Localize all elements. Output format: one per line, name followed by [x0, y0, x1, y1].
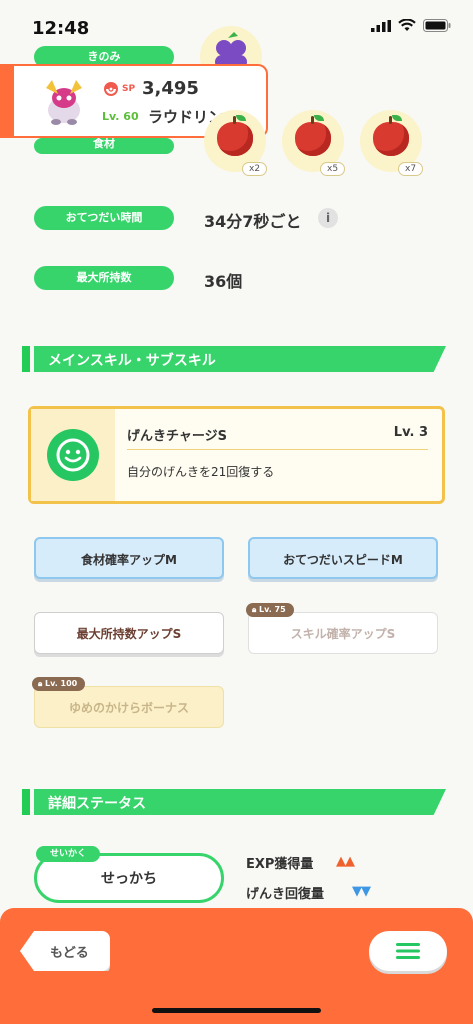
subskill-inventory-up-s[interactable]: 最大所持数アップS: [34, 612, 224, 654]
pokemon-sprite-icon: [46, 80, 82, 125]
main-skill-card[interactable]: げんきチャージS Lv. 3 自分のげんきを21回復する: [28, 406, 445, 504]
nature-tag: せいかく: [36, 846, 100, 862]
subskill-helping-speed-m[interactable]: おてつだいスピードM: [248, 537, 438, 579]
back-button[interactable]: もどる: [20, 931, 110, 971]
stat-effect-arrows-down: ▼▼: [352, 884, 371, 899]
help-time-label: おてつだい時間: [34, 206, 174, 230]
main-skill-level: Lv. 3: [393, 425, 428, 440]
apple-icon: [373, 115, 409, 156]
pokeball-icon: [104, 82, 118, 96]
section-title-skills: メインスキル・サブスキル: [48, 353, 216, 369]
subskill-dream-shard-bonus[interactable]: ゆめのかけらボーナス: [34, 686, 224, 728]
subskill-ingredient-finder-m[interactable]: 食材確率アップM: [34, 537, 224, 579]
apple-icon: [217, 115, 253, 156]
subskill-skill-trigger-s[interactable]: スキル確率アップS: [248, 612, 438, 654]
stat-effect-arrows-up: ▲▲: [336, 854, 355, 869]
nature-value: せっかち: [101, 871, 157, 887]
section-title-stats: 詳細ステータス: [48, 796, 146, 812]
status-icons: [371, 19, 451, 32]
ingredients-label: 食材: [34, 138, 174, 154]
battery-icon: [423, 19, 451, 32]
hamburger-menu-icon: [396, 943, 420, 959]
lock-icon: 🔒︎: [252, 605, 260, 614]
status-time: 12:48: [32, 18, 90, 39]
max-carry-label: 最大所持数: [34, 266, 174, 290]
signal-icon: [371, 19, 391, 32]
home-indicator: [152, 1008, 321, 1013]
stat-effect-label-1: EXP獲得量: [246, 857, 314, 872]
main-skill-description: 自分のげんきを21回復する: [127, 465, 275, 479]
info-icon[interactable]: i: [318, 208, 338, 228]
ingredient-count-3: x7: [398, 162, 424, 176]
section-header-stats: 詳細ステータス: [22, 789, 446, 815]
subskill-lock-badge-lv100: 🔒︎ Lv. 100: [32, 677, 86, 691]
stat-effect-label-2: げんき回復量: [246, 887, 325, 902]
pokemon-level: Lv. 60: [102, 110, 139, 123]
lock-icon: 🔒︎: [38, 679, 46, 688]
main-skill-name: げんきチャージS: [127, 429, 227, 444]
ingredient-count-1: x2: [242, 162, 268, 176]
main-skill-divider: [127, 449, 428, 450]
sp-label: SP: [122, 84, 136, 94]
max-carry-value: 36個: [204, 272, 243, 291]
sp-value: 3,495: [142, 78, 199, 99]
apple-icon: [295, 115, 331, 156]
ingredient-count-2: x5: [320, 162, 346, 176]
section-header-skills: メインスキル・サブスキル: [22, 346, 446, 372]
back-button-label: もどる: [50, 946, 89, 961]
menu-button[interactable]: [369, 931, 447, 971]
smile-icon: [47, 429, 99, 481]
help-time-value: 34分7秒ごと: [204, 212, 302, 231]
main-skill-icon-bg: [31, 409, 115, 501]
subskill-lock-badge-lv75: 🔒︎ Lv. 75: [246, 603, 294, 617]
wifi-icon: [398, 19, 416, 31]
